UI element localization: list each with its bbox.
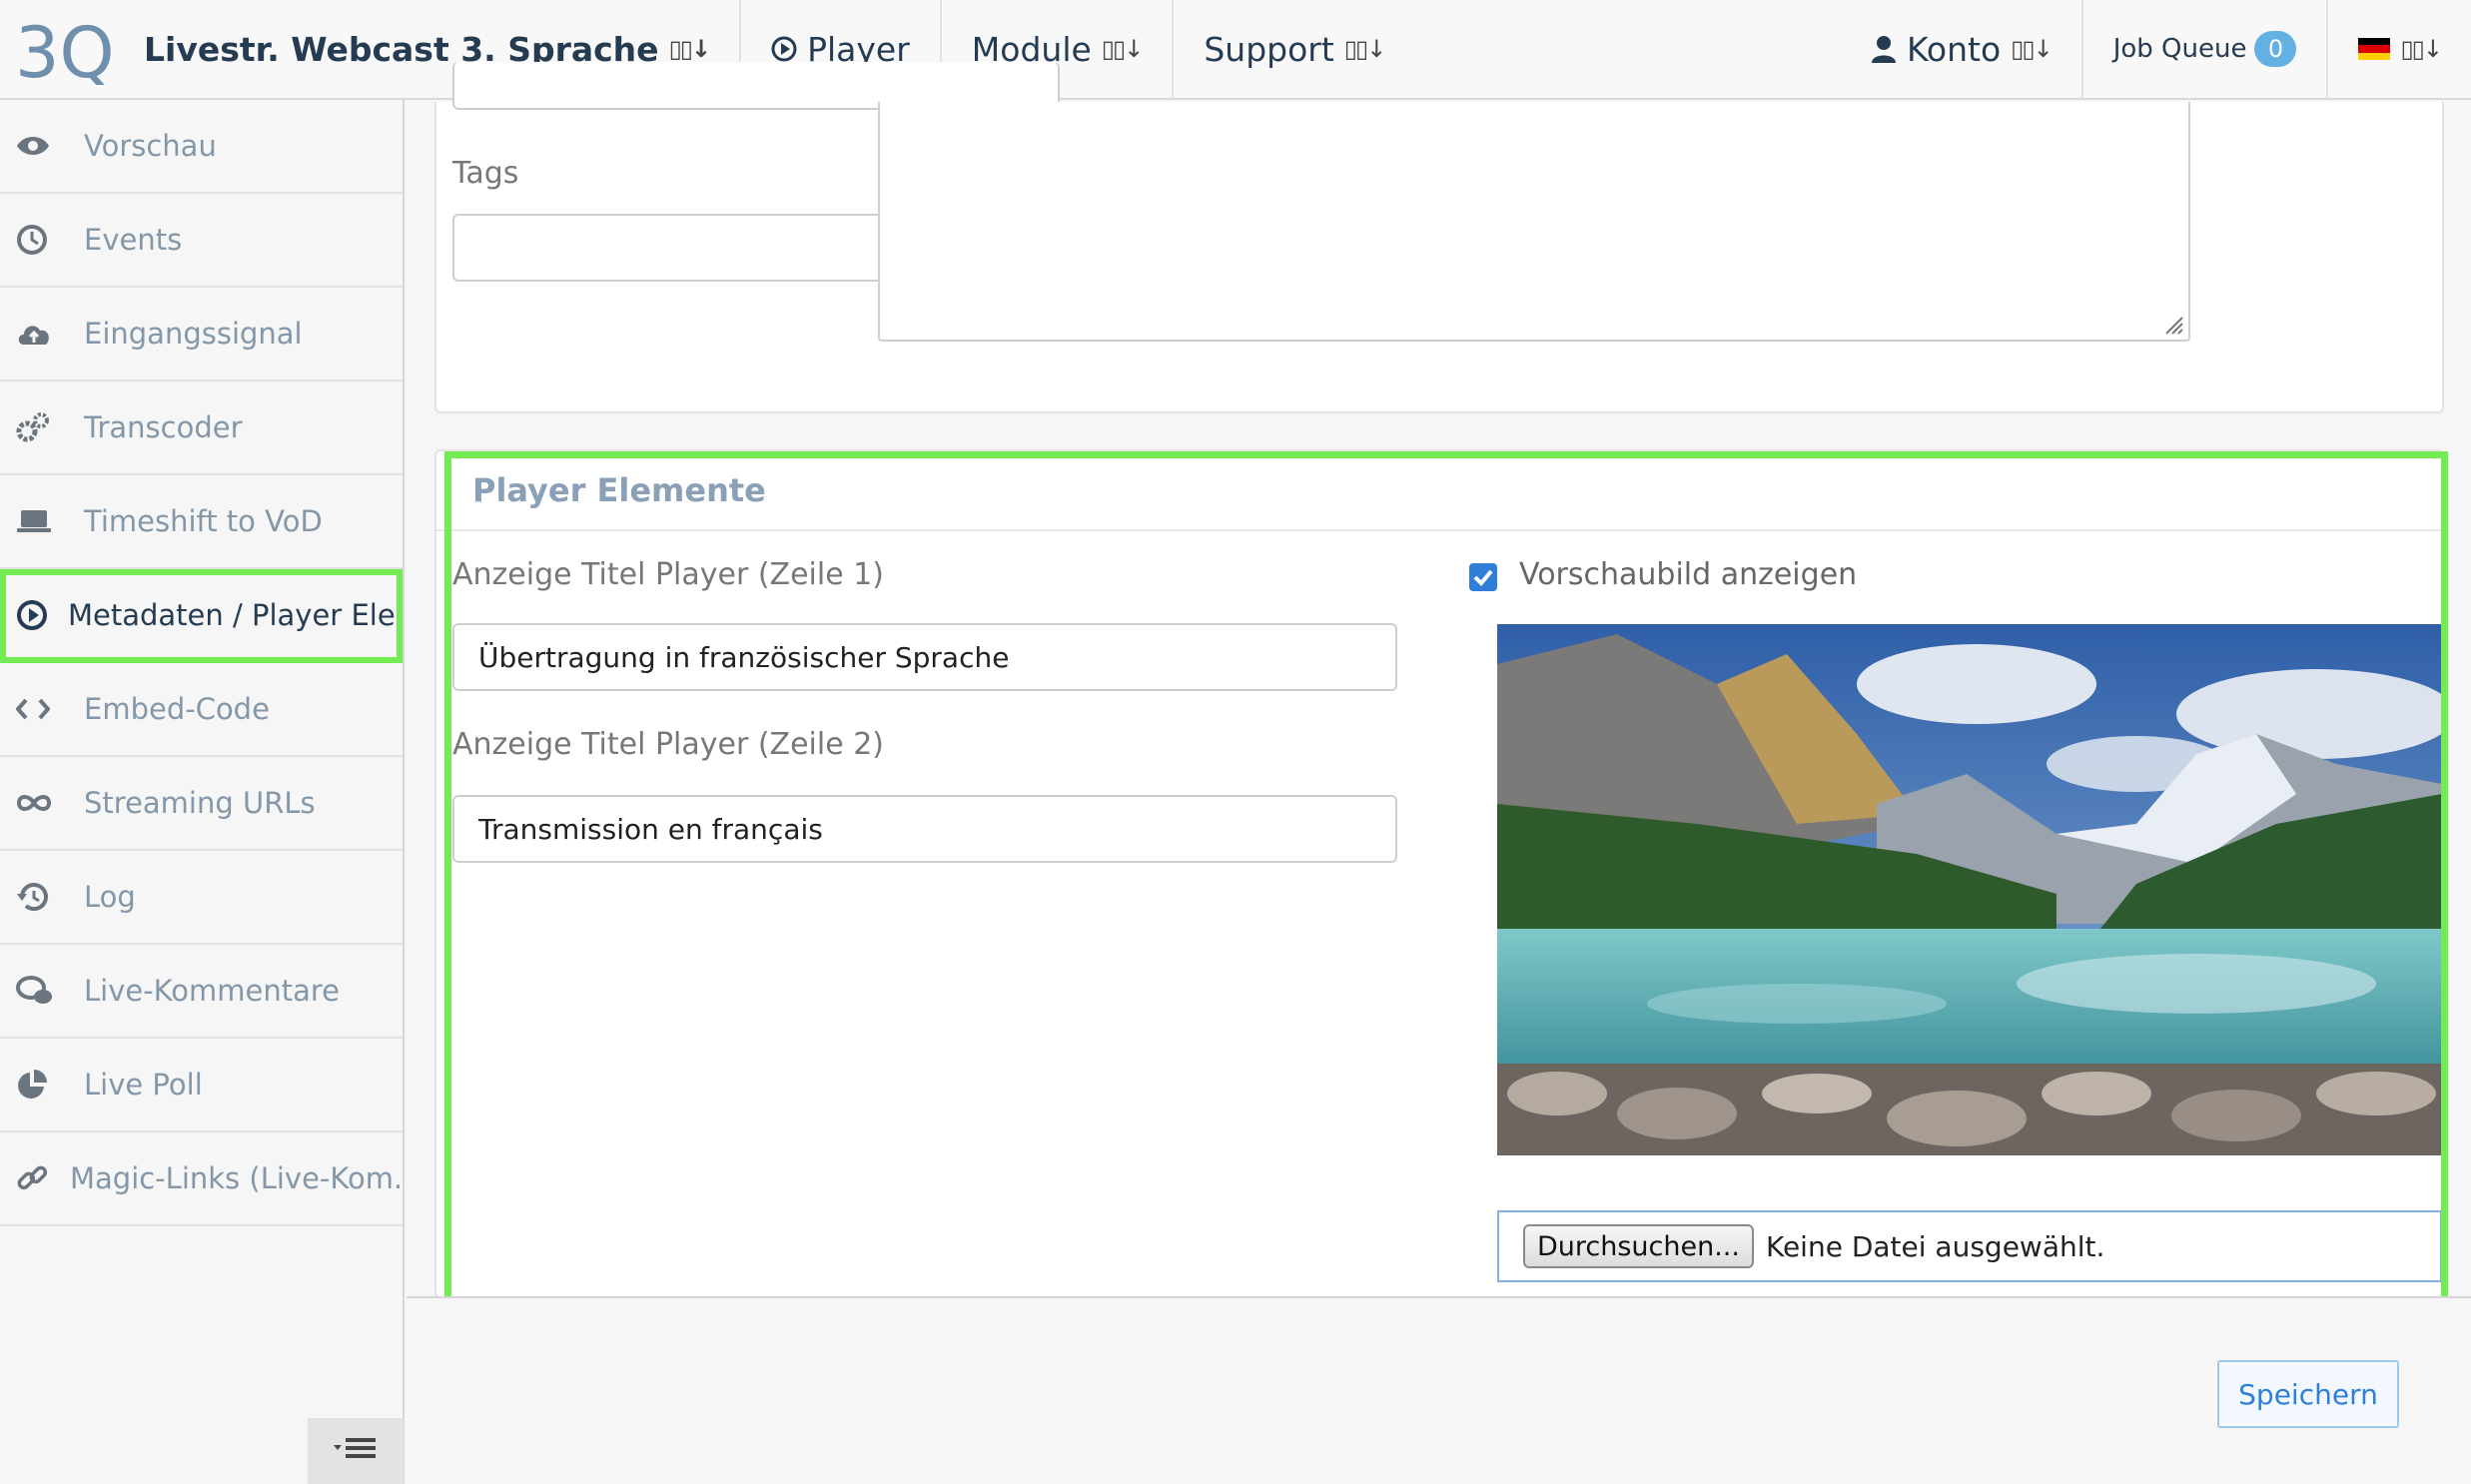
mountain-lake-image xyxy=(1497,624,2442,1155)
sidebar-item-embed-code[interactable]: Embed-Code xyxy=(0,663,403,757)
cloud-upload-icon xyxy=(16,314,64,354)
sidebar-item-eingangssignal[interactable]: Eingangssignal xyxy=(0,288,403,381)
player-elements-panel: Player Elemente Anzeige Titel Player (Ze… xyxy=(434,449,2444,1298)
language-dropdown[interactable]: ▯▯↓ xyxy=(2326,0,2471,99)
eye-icon xyxy=(16,126,64,166)
job-queue-link[interactable]: Job Queue 0 xyxy=(2080,0,2327,99)
play-circle-icon xyxy=(16,595,48,635)
infinity-icon xyxy=(16,783,64,823)
sidebar-item-label: Log xyxy=(84,880,136,914)
sidebar-item-live-kommentare[interactable]: Live-Kommentare xyxy=(0,945,403,1039)
sidebar-item-events[interactable]: Events xyxy=(0,194,403,288)
main-content: Tags Player Elemente Anzeige Titel Playe… xyxy=(407,62,2471,1484)
resize-grip-icon[interactable] xyxy=(2162,314,2184,336)
title1-label: Anzeige Titel Player (Zeile 1) xyxy=(452,557,884,592)
laptop-icon xyxy=(16,501,64,541)
browse-button[interactable]: Durchsuchen... xyxy=(1523,1224,1754,1268)
pie-chart-icon xyxy=(16,1065,64,1105)
panel-header: Player Elemente xyxy=(436,451,2442,531)
panel-title: Player Elemente xyxy=(472,471,766,509)
sidebar-item-metadaten[interactable]: Metadaten / Player Ele.. xyxy=(0,569,403,663)
sort-icon: ▯▯↓ xyxy=(1343,35,1387,63)
sidebar-item-label: Live Poll xyxy=(84,1068,203,1102)
svg-text:3Q: 3Q xyxy=(15,13,115,85)
save-button[interactable]: Speichern xyxy=(2217,1360,2399,1428)
sidebar-item-label: Magic-Links (Live-Kom... xyxy=(70,1161,403,1195)
de-flag-icon xyxy=(2358,38,2391,60)
sidebar-item-streaming-urls[interactable]: Streaming URLs xyxy=(0,757,403,851)
sidebar-item-timeshift[interactable]: Timeshift to VoD xyxy=(0,475,403,569)
sidebar-item-label: Streaming URLs xyxy=(84,786,316,820)
sidebar-item-vorschau[interactable]: Vorschau xyxy=(0,100,403,194)
nav-support-label: Support xyxy=(1204,29,1334,69)
description-textarea[interactable] xyxy=(878,102,2190,342)
check-icon xyxy=(1473,569,1493,586)
logo-3q-icon: 3Q xyxy=(15,13,115,85)
link-icon xyxy=(16,1158,50,1198)
play-circle-icon xyxy=(771,36,797,62)
preview-checkbox[interactable] xyxy=(1469,563,1497,591)
sidebar-item-label: Transcoder xyxy=(84,410,243,444)
nav-support-dropdown[interactable]: Support ▯▯↓ xyxy=(1174,0,1414,99)
sort-icon: ▯▯↓ xyxy=(668,35,712,63)
logo[interactable]: 3Q xyxy=(0,0,130,99)
preview-image xyxy=(1497,624,2442,1155)
title2-input[interactable] xyxy=(452,795,1397,863)
sidebar-item-label: Events xyxy=(84,223,183,257)
job-queue-label: Job Queue xyxy=(2112,34,2247,64)
sidebar-item-label: Vorschau xyxy=(84,129,217,163)
sort-icon: ▯▯↓ xyxy=(2400,35,2443,63)
file-upload-field[interactable]: Durchsuchen... Keine Datei ausgewählt. xyxy=(1497,1210,2442,1282)
sidebar-item-live-poll[interactable]: Live Poll xyxy=(0,1039,403,1132)
metadata-panel: Tags xyxy=(434,62,2444,413)
comments-icon xyxy=(16,971,64,1011)
sidebar-item-log[interactable]: Log xyxy=(0,851,403,945)
form-footer: Speichern xyxy=(407,1296,2471,1484)
code-icon xyxy=(16,689,64,729)
preview-checkbox-label[interactable]: Vorschaubild anzeigen xyxy=(1519,557,1857,592)
sidebar-item-label: Embed-Code xyxy=(84,692,270,726)
sidebar-item-label: Live-Kommentare xyxy=(84,974,340,1008)
sort-icon: ▯▯↓ xyxy=(1101,35,1145,63)
gears-icon xyxy=(16,407,64,447)
title2-label: Anzeige Titel Player (Zeile 2) xyxy=(452,727,884,762)
sidebar-item-transcoder[interactable]: Transcoder xyxy=(0,381,403,475)
sidebar-item-label: Metadaten / Player Ele.. xyxy=(68,598,403,632)
sidebar-item-magic-links[interactable]: Magic-Links (Live-Kom... xyxy=(0,1132,403,1226)
clock-icon xyxy=(16,220,64,260)
history-icon xyxy=(16,877,64,917)
sidebar-collapse-button[interactable] xyxy=(308,1418,404,1484)
file-status-text: Keine Datei ausgewählt. xyxy=(1765,1229,2105,1263)
list-toggle-icon xyxy=(334,1436,378,1466)
job-queue-badge: 0 xyxy=(2254,31,2297,67)
user-icon xyxy=(1871,35,1897,63)
account-label: Konto xyxy=(1906,29,2002,69)
tags-label: Tags xyxy=(452,156,519,191)
account-dropdown[interactable]: Konto ▯▯↓ xyxy=(1841,0,2081,99)
sidebar-item-label: Timeshift to VoD xyxy=(84,504,323,538)
top-navbar: 3Q Livestr. Webcast 3. Sprache ▯▯↓ Playe… xyxy=(0,0,2471,100)
sidebar: Vorschau Events Eingangssignal Transcode… xyxy=(0,100,405,1484)
sidebar-item-label: Eingangssignal xyxy=(84,317,303,351)
title1-input[interactable] xyxy=(452,623,1397,691)
sort-icon: ▯▯↓ xyxy=(2011,35,2054,63)
